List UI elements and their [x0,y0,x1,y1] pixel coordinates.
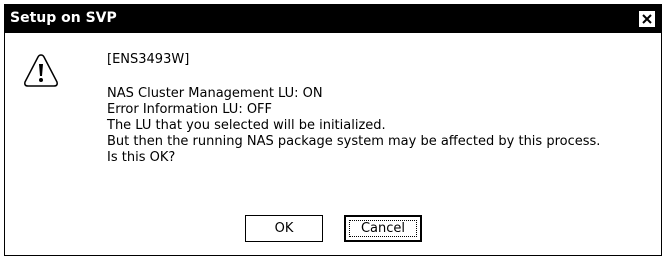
ok-button[interactable]: OK [245,215,323,242]
confirmation-dialog: Setup on SVP [ENS3493W] NAS Cluster Mana… [4,4,662,256]
close-button[interactable] [638,10,656,28]
message-line: NAS Cluster Management LU: ON [107,86,323,101]
message-line: But then the running NAS package system … [107,134,601,149]
window-title: Setup on SVP [10,10,117,26]
warning-icon [24,54,58,87]
ok-button-label: OK [274,221,294,236]
cancel-button[interactable]: Cancel [344,215,422,242]
message-body: [ENS3493W] NAS Cluster Management LU: ON… [107,52,600,166]
message-line: Is this OK? [107,150,176,165]
message-line: The LU that you selected will be initial… [107,118,386,133]
message-code: [ENS3493W] [107,52,190,67]
message-line: Error Information LU: OFF [107,102,273,117]
cancel-button-label: Cancel [349,220,417,237]
close-icon [642,14,652,24]
title-bar[interactable]: Setup on SVP [5,5,661,33]
